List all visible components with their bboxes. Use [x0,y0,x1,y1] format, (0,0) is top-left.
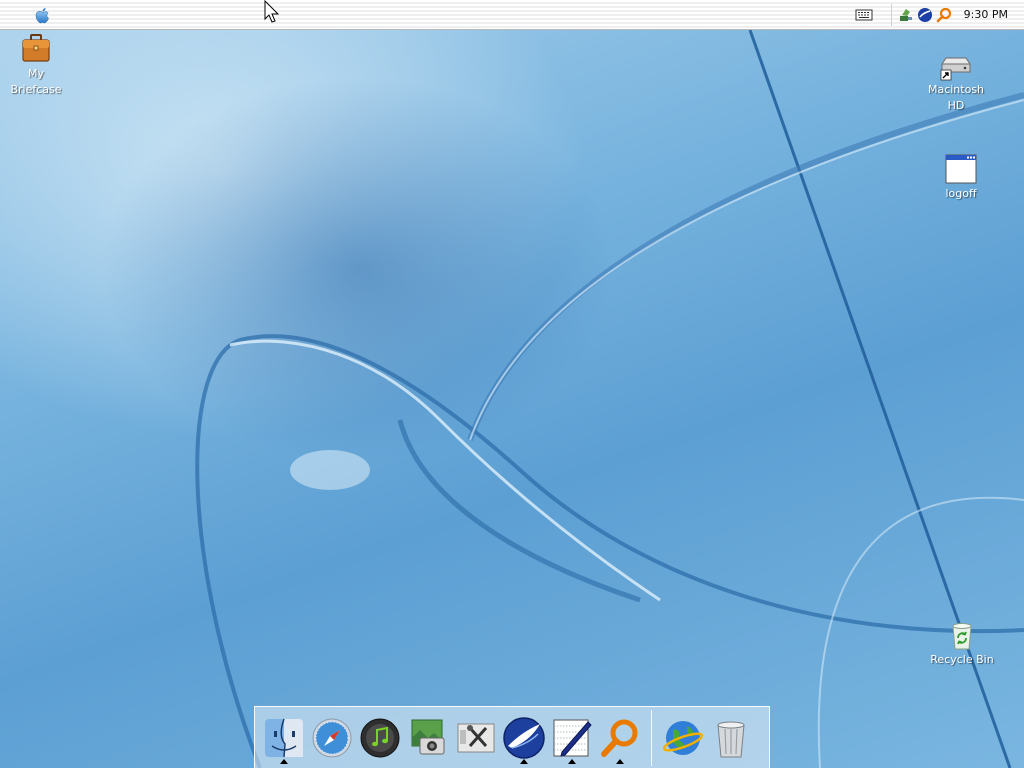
running-indicator [520,758,528,764]
desktop-icon-label: My Briefcase [10,67,62,96]
desktop-icon-briefcase[interactable]: My Briefcase [0,32,74,98]
window-icon [945,154,977,184]
dock [254,706,770,768]
dock-separator [651,709,652,766]
dock-item-search[interactable] [597,712,643,764]
keyboard-icon[interactable] [853,7,875,23]
clock[interactable]: 9:30 PM [964,8,1008,21]
desktop-icon-macintosh-hd[interactable]: Macintosh HD [918,48,994,114]
dock-item-itunes[interactable] [357,712,403,764]
network-icon[interactable] [898,7,914,23]
desktop: 9:30 PM My Briefcase Macintosh HD logoff… [0,0,1024,768]
browser-icon[interactable] [917,7,933,23]
desktop-icon-label: Recycle Bin [930,653,994,666]
desktop-icon-logoff[interactable]: logoff [923,152,999,202]
dock-item-text-editor[interactable] [549,712,595,764]
tray-icons [890,3,958,26]
search-magnifier-icon [601,719,638,757]
mouse-cursor-icon [264,0,280,23]
iphoto-icon [411,719,445,754]
desktop-icon-label: Macintosh HD [927,83,985,112]
internet-globe-icon [662,720,704,755]
dock-item-iphoto[interactable] [405,712,451,764]
itunes-icon [360,718,400,757]
safari-icon [312,718,352,757]
running-indicator [568,758,576,764]
dock-item-trash[interactable] [708,712,754,764]
system-tray: 9:30 PM [853,0,1024,29]
hard-drive-icon [940,57,971,81]
recycle-bin-icon [952,623,972,650]
system-tools-icon [457,723,495,752]
dock-item-finder[interactable] [261,712,307,764]
dock-item-seamonkey[interactable] [501,712,547,764]
running-indicator [616,758,624,764]
dock-item-system-tools[interactable] [453,712,499,764]
desktop-icon-recycle-bin[interactable]: Recycle Bin [924,618,1000,668]
search-icon[interactable] [936,7,952,23]
briefcase-icon [22,34,50,62]
text-editor-icon [553,719,592,757]
apple-logo-icon[interactable] [32,6,52,26]
dock-item-internet[interactable] [660,712,706,764]
menu-bar: 9:30 PM [0,0,1024,30]
wallpaper [0,0,1024,768]
dock-item-safari[interactable] [309,712,355,764]
trash-icon [717,721,745,757]
seamonkey-icon [503,716,545,759]
finder-icon [265,718,303,757]
running-indicator [280,758,288,764]
desktop-icon-label: logoff [945,187,977,200]
